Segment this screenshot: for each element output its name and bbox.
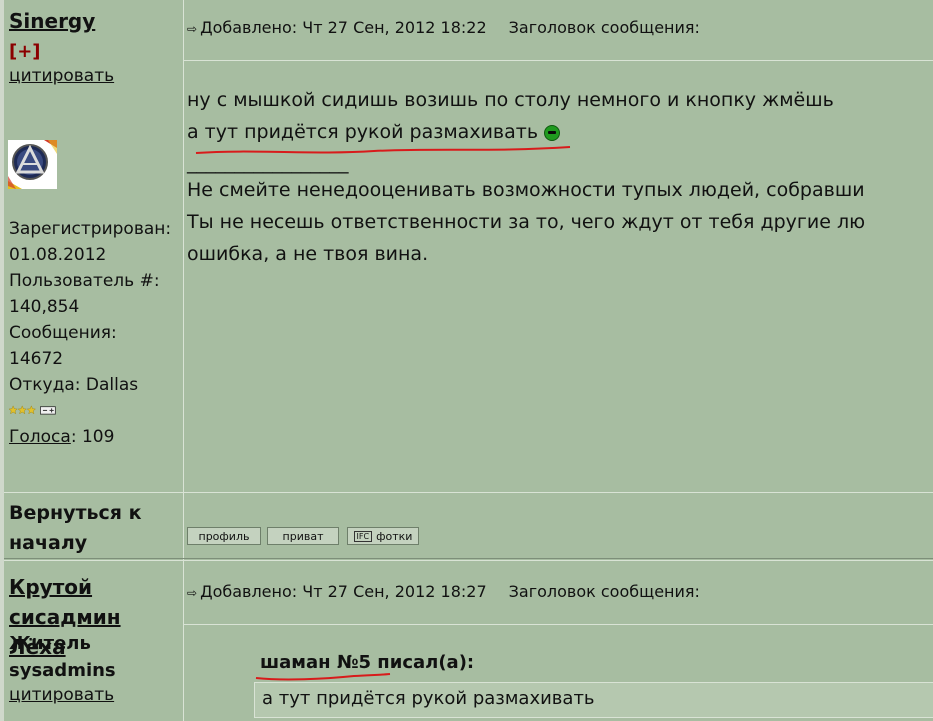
messages-label: Сообщения: xyxy=(9,323,117,343)
post1-meta: ⇨ Добавлено: Чт 27 Сен, 2012 18:22 Заголов… xyxy=(187,18,700,37)
registered-date: 01.08.2012 xyxy=(9,245,107,265)
column-divider xyxy=(183,0,184,721)
post2-rank-line1: Житель xyxy=(9,633,91,654)
post1-date: Добавлено: Чт 27 Сен, 2012 18:22 xyxy=(200,18,487,37)
post-arrow-icon[interactable]: ⇨ xyxy=(187,22,197,36)
signature-line2: Ты не несешь ответственности за то, чего… xyxy=(187,211,866,233)
quote-text: а тут придётся рукой размахивать xyxy=(262,688,595,709)
post1-body-line1: ну с мышкой сидишь возишь по столу немно… xyxy=(187,89,834,111)
profile-button-label: профиль xyxy=(198,529,250,543)
private-message-button[interactable]: приват xyxy=(267,527,339,545)
post1-expand-toggle[interactable]: [+] xyxy=(9,41,41,62)
post1-author-link[interactable]: Sinergy xyxy=(9,9,95,33)
post1-header-divider xyxy=(184,60,933,61)
post2-date: Добавлено: Чт 27 Сен, 2012 18:27 xyxy=(200,582,487,601)
post1-body: ну с мышкой сидишь возишь по столу немно… xyxy=(187,84,865,270)
votes-link[interactable]: Голоса xyxy=(9,427,71,447)
back-to-top-link[interactable]: Вернуться к началу xyxy=(9,498,169,558)
post2-author-line1: Крутой xyxy=(9,575,93,599)
photos-button[interactable]: IFC фотки xyxy=(347,527,419,545)
smile-icon xyxy=(544,124,561,141)
post2-header-divider xyxy=(184,624,933,625)
post2-meta: ⇨ Добавлено: Чт 27 Сен, 2012 18:27 Заголов… xyxy=(187,582,700,601)
photos-button-label: фотки xyxy=(376,529,413,543)
post-separator-light xyxy=(4,560,933,561)
user-number: 140,854 xyxy=(9,297,80,317)
photo-icon: IFC xyxy=(353,530,373,542)
post2-arrow-icon[interactable]: ⇨ xyxy=(187,586,197,600)
votes-value: : 109 xyxy=(70,427,115,447)
private-button-label: приват xyxy=(282,529,324,543)
post2-quote-link[interactable]: цитировать xyxy=(9,685,114,705)
location-value: Dallas xyxy=(85,375,139,395)
post1-avatar xyxy=(8,140,57,189)
registered-label: Зарегистрирован: xyxy=(9,219,172,239)
post2-subject-label: Заголовок сообщения: xyxy=(508,582,700,601)
messages-count: 14672 xyxy=(9,349,64,369)
location-label: Откуда: xyxy=(9,375,81,395)
signature-line1: Не смейте ненедооценивать возможности ту… xyxy=(187,179,865,201)
post1-subject-label: Заголовок сообщения: xyxy=(508,18,700,37)
user-number-label: Пользователь #: xyxy=(9,271,160,291)
post1-votes: Голоса: 109 xyxy=(9,424,114,450)
post-separator xyxy=(4,558,933,559)
profile-button[interactable]: профиль xyxy=(187,527,261,545)
post2-rank-line2: sysadmins xyxy=(9,660,116,681)
post1-user-info: Зарегистрирован: 01.08.2012 Пользователь… xyxy=(9,216,171,398)
post2-rank: Житель sysadmins xyxy=(9,630,116,684)
forum-thread: Sinergy [+] цитировать Зарегистрирован: … xyxy=(0,0,933,721)
location: Откуда: Dallas xyxy=(9,372,171,398)
rank-stars-icon xyxy=(9,405,56,415)
post1-quote-link[interactable]: цитировать xyxy=(9,66,114,86)
red-underline-annotation xyxy=(195,146,571,154)
post1-footer-divider xyxy=(4,492,933,493)
signature-line3: ошибка, а не твоя вина. xyxy=(187,243,429,265)
